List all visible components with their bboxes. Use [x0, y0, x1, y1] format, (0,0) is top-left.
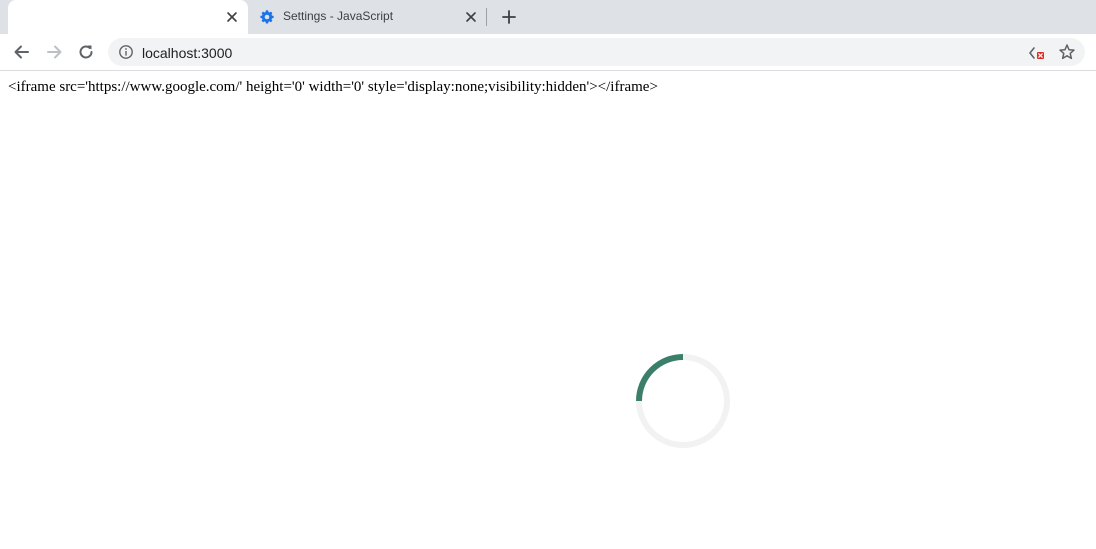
url-text[interactable]: localhost:3000 — [142, 45, 232, 61]
back-arrow-icon[interactable] — [12, 42, 32, 62]
reload-icon[interactable] — [76, 42, 96, 62]
tab-separator — [486, 8, 487, 26]
tab-settings-javascript[interactable]: Settings - JavaScript — [248, 0, 486, 34]
close-icon[interactable] — [224, 9, 240, 25]
iframe-markup-text: <iframe src='https://www.google.com/' he… — [8, 79, 658, 95]
close-icon[interactable] — [463, 9, 479, 25]
forward-arrow-icon[interactable] — [44, 42, 64, 62]
blocked-code-icon[interactable] — [1028, 44, 1046, 62]
info-icon[interactable] — [118, 44, 134, 60]
page-content: <iframe src='https://www.google.com/' he… — [0, 71, 1096, 549]
browser-toolbar: localhost:3000 — [0, 34, 1096, 71]
star-icon[interactable] — [1058, 43, 1076, 61]
tab-active[interactable] — [8, 0, 248, 34]
loading-spinner-icon — [636, 354, 730, 448]
address-bar[interactable]: localhost:3000 — [108, 38, 1085, 66]
tab-title: Settings - JavaScript — [283, 9, 394, 23]
new-tab-plus-icon[interactable] — [500, 8, 518, 26]
tab-strip: Settings - JavaScript — [0, 0, 1096, 34]
gear-icon — [260, 10, 274, 24]
